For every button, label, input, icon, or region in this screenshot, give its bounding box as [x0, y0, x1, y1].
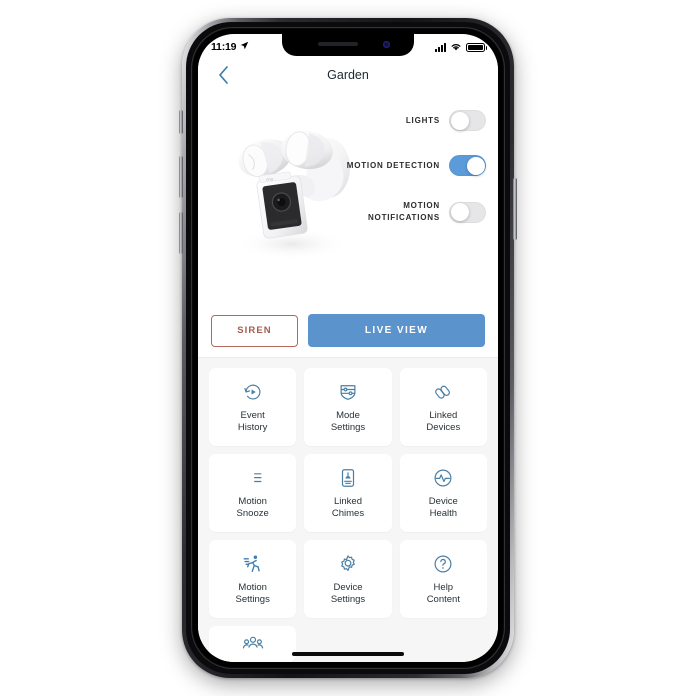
- back-button[interactable]: [212, 64, 234, 86]
- toggle-row-motion-detection: MOTION DETECTION: [346, 155, 486, 176]
- tile-label-linked-chimes: Linked Chimes: [331, 496, 365, 519]
- status-bar-left: 11:19: [211, 41, 249, 53]
- screenshot-stage: 11:19 Garden ring LIGHTS MOTION DETECTIO…: [0, 0, 696, 696]
- power-button[interactable]: [513, 178, 517, 240]
- motion-detection-toggle-knob: [466, 156, 485, 175]
- location-arrow-icon: [240, 41, 249, 53]
- tile-linked-devices[interactable]: Linked Devices: [399, 368, 487, 446]
- tile-label-motion-settings: Motion Settings: [235, 582, 270, 605]
- phone-notch: [282, 34, 414, 56]
- earpiece-speaker: [318, 42, 358, 46]
- volume-up-button[interactable]: [179, 156, 183, 198]
- cellular-signal-icon: [435, 42, 446, 52]
- tile-label-device-health: Device Health: [428, 496, 458, 519]
- action-button-row: SIREN LIVE VIEW: [198, 304, 498, 358]
- volume-down-button[interactable]: [179, 212, 183, 254]
- nav-bar: Garden: [198, 58, 498, 92]
- tile-device-settings[interactable]: Device Settings: [304, 540, 392, 618]
- linked-chimes-icon: [336, 466, 360, 490]
- tile-device-health[interactable]: Device Health: [399, 454, 487, 532]
- feature-grid: Event History Mode Settings Linked Devic…: [209, 368, 487, 662]
- tile-label-event-history: Event History: [237, 410, 268, 433]
- tile-help-content[interactable]: Help Content: [399, 540, 487, 618]
- shared-users-icon: [241, 632, 265, 656]
- siren-button[interactable]: SIREN: [211, 314, 298, 347]
- tile-label-linked-devices: Linked Devices: [426, 410, 461, 433]
- live-view-button[interactable]: LIVE VIEW: [308, 314, 485, 347]
- chevron-left-icon: [218, 66, 228, 84]
- tile-linked-chimes[interactable]: Linked Chimes: [304, 454, 392, 532]
- tile-motion-settings[interactable]: Motion Settings: [209, 540, 297, 618]
- toggle-list: LIGHTS MOTION DETECTION MOTION NOTIFICAT…: [346, 110, 486, 224]
- motion-snooze-icon: [241, 466, 265, 490]
- svg-text:ring: ring: [266, 176, 273, 182]
- wifi-icon: [450, 38, 462, 56]
- motion-settings-icon: [241, 552, 265, 576]
- silent-switch-button[interactable]: [179, 110, 183, 134]
- status-time: 11:19: [211, 41, 237, 53]
- lights-toggle-knob: [450, 111, 469, 130]
- motion-detection-toggle[interactable]: [449, 155, 486, 176]
- motion-notifications-toggle[interactable]: [449, 201, 486, 223]
- phone-screen: 11:19 Garden ring LIGHTS MOTION DETECTIO…: [198, 34, 498, 662]
- tile-label-device-settings: Device Settings: [330, 582, 366, 605]
- toggle-row-motion-notifications: MOTION NOTIFICATIONS: [346, 200, 486, 224]
- event-history-icon: [241, 380, 265, 404]
- device-health-icon: [431, 466, 455, 490]
- home-indicator[interactable]: [292, 652, 404, 656]
- toggle-row-lights: LIGHTS: [346, 110, 486, 131]
- lights-toggle[interactable]: [449, 110, 486, 131]
- linked-devices-icon: [431, 380, 455, 404]
- tile-label-motion-snooze: Motion Snooze: [236, 496, 269, 519]
- toggle-label-motion-notifications: MOTION NOTIFICATIONS: [367, 201, 440, 222]
- toggle-label-motion-detection: MOTION DETECTION: [346, 160, 440, 170]
- mode-settings-icon: [336, 380, 360, 404]
- feature-grid-area: Event History Mode Settings Linked Devic…: [198, 358, 498, 662]
- tile-shared-users[interactable]: [209, 626, 297, 662]
- toggle-label-lights: LIGHTS: [405, 115, 440, 125]
- device-hero-section: ring LIGHTS MOTION DETECTION MOTION NOTI…: [198, 92, 498, 304]
- help-content-icon: [431, 552, 455, 576]
- tile-label-mode-settings: Mode Settings: [330, 410, 366, 433]
- page-title: Garden: [327, 68, 369, 82]
- battery-full-icon: [466, 42, 487, 52]
- front-camera: [383, 41, 390, 48]
- status-bar-right: [435, 38, 487, 56]
- tile-motion-snooze[interactable]: Motion Snooze: [209, 454, 297, 532]
- tile-mode-settings[interactable]: Mode Settings: [304, 368, 392, 446]
- device-settings-icon: [336, 552, 360, 576]
- tile-label-help-content: Help Content: [426, 582, 460, 605]
- tile-event-history[interactable]: Event History: [209, 368, 297, 446]
- motion-notifications-toggle-knob: [450, 203, 469, 221]
